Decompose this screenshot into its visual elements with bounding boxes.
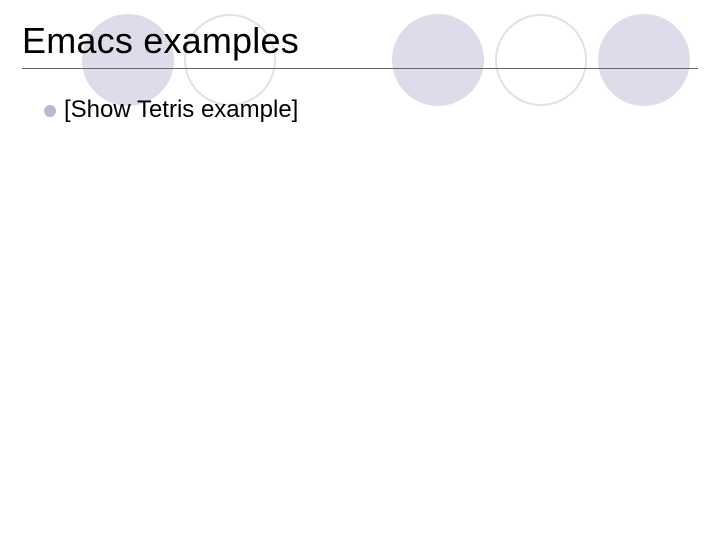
- slide-body: [Show Tetris example]: [44, 96, 680, 124]
- bullet-text: [Show Tetris example]: [64, 96, 298, 124]
- circle-icon: [598, 14, 690, 106]
- circle-icon: [392, 14, 484, 106]
- slide-title: Emacs examples: [22, 20, 299, 62]
- list-item: [Show Tetris example]: [44, 96, 680, 124]
- bullet-icon: [44, 105, 56, 117]
- circle-icon: [495, 14, 587, 106]
- title-underline: [22, 68, 698, 69]
